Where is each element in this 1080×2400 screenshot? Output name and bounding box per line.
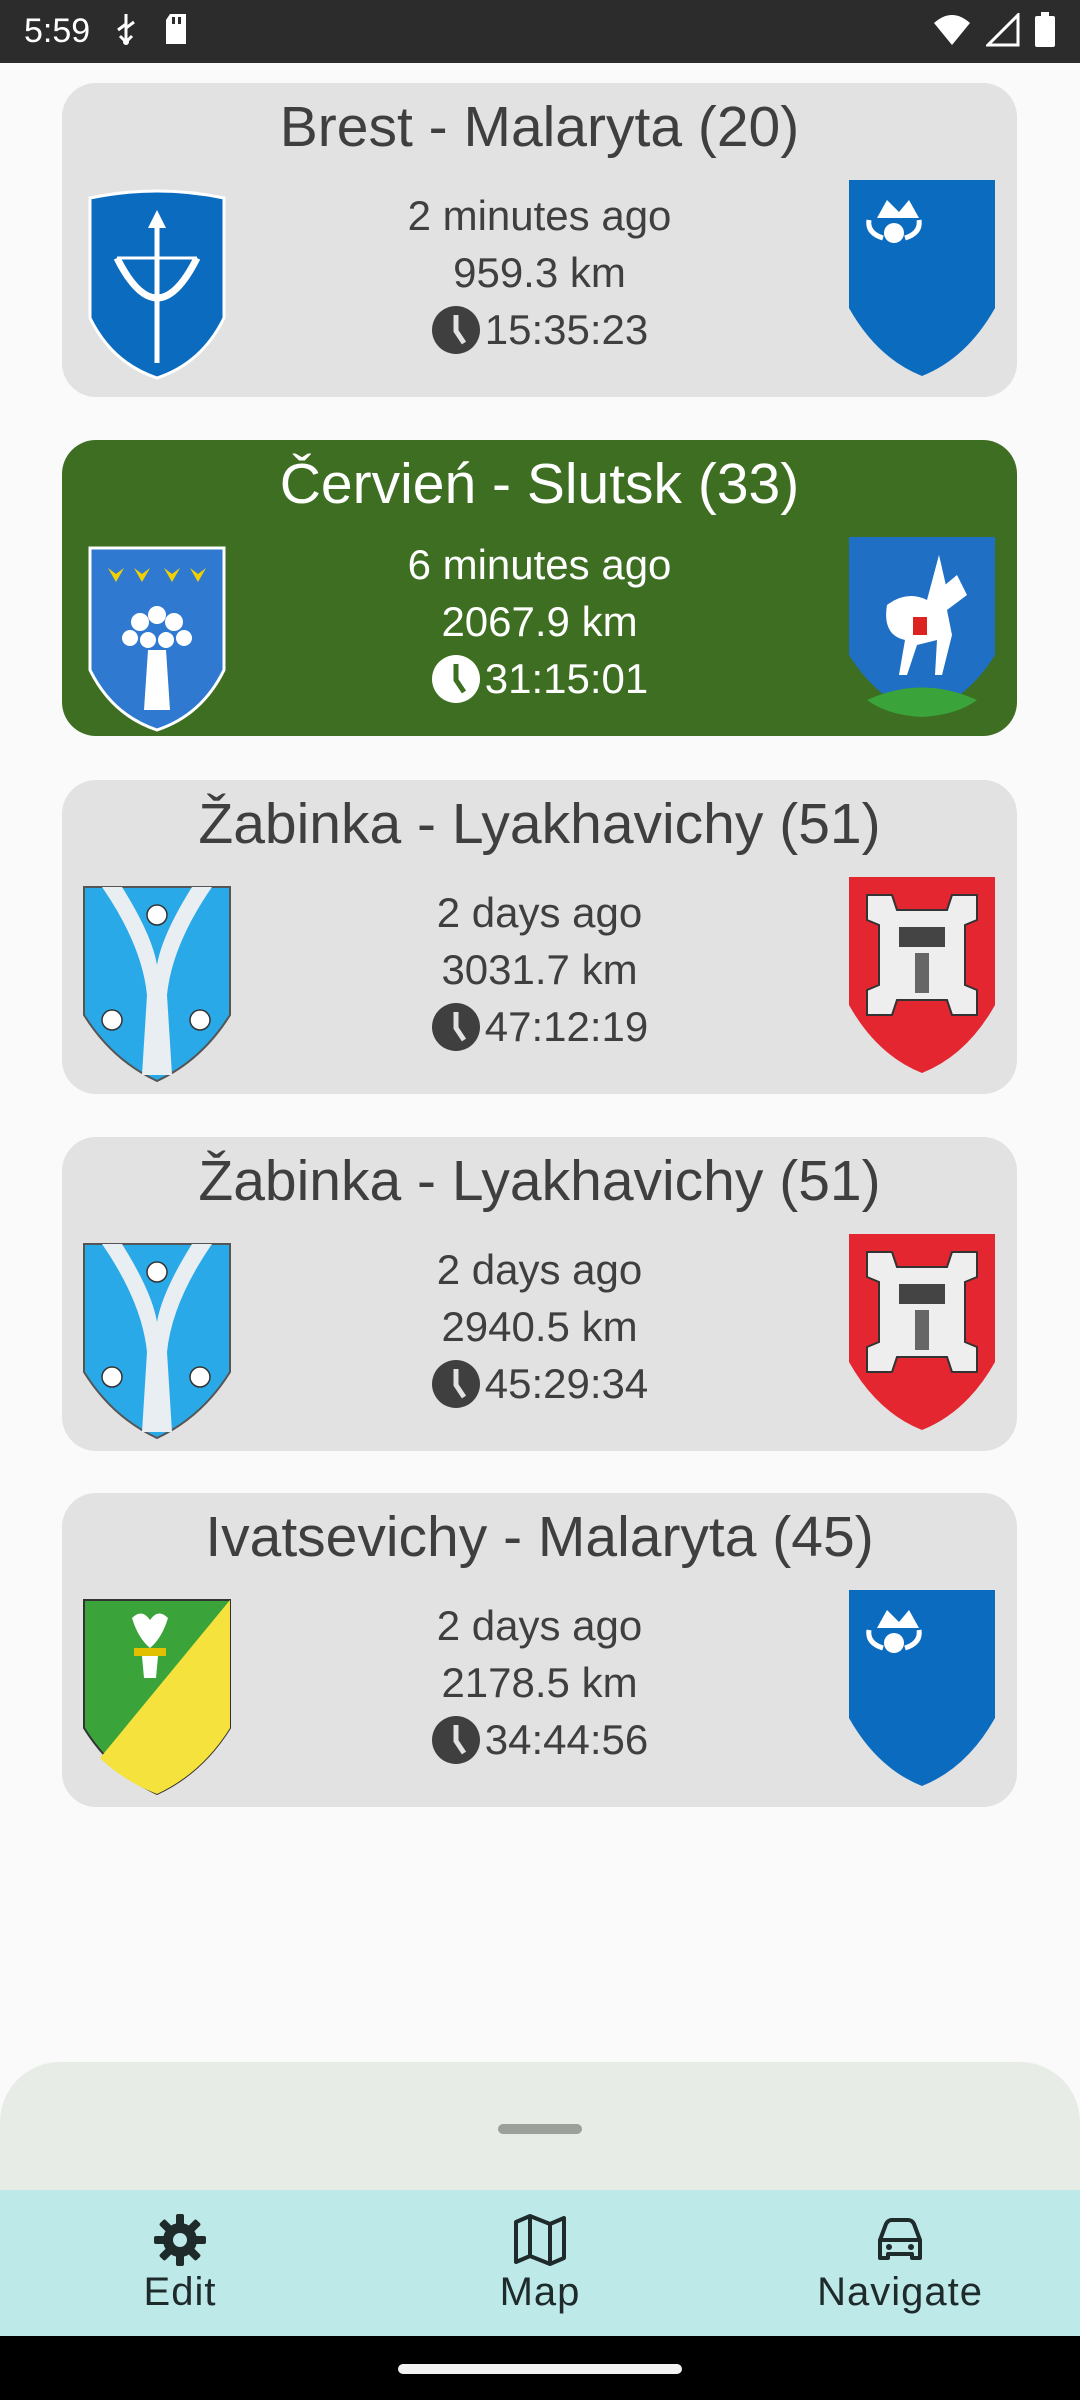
chervien-crest-icon (88, 546, 226, 732)
nav-edit-label: Edit (143, 2270, 217, 2314)
nav-navigate-button[interactable]: Navigate (720, 2190, 1080, 2336)
zabinka-crest-icon (83, 886, 231, 1083)
clock-icon (431, 654, 480, 703)
duration: 15:35:23 (484, 306, 649, 353)
route-card[interactable]: Žabinka - Lyakhavichy (51) 2 days ago 30… (62, 780, 1017, 1094)
bottom-navigation: Edit Map Navigate (0, 2190, 1080, 2336)
lyakhavichy-crest-icon (849, 1234, 995, 1430)
duration: 34:44:56 (484, 1716, 649, 1763)
time-ago: 2 minutes ago (407, 192, 672, 239)
battery-icon (1035, 12, 1055, 47)
time-ago: 2 days ago (436, 1246, 643, 1293)
home-gesture-handle[interactable] (398, 2364, 682, 2374)
sd-card-icon (166, 14, 186, 44)
route-card[interactable]: Ivatsevichy - Malaryta (45) 2 days ago 2… (62, 1493, 1017, 1807)
map-icon (514, 2214, 566, 2266)
nav-navigate-label: Navigate (817, 2270, 983, 2314)
signal-icon (986, 13, 1020, 47)
duration: 47:12:19 (484, 1003, 649, 1050)
ivatsevichy-crest-icon (83, 1599, 231, 1796)
distance: 2178.5 km (441, 1659, 638, 1706)
clock-icon (431, 1002, 480, 1051)
bottom-sheet-drag-handle[interactable] (498, 2124, 582, 2134)
usb-icon (117, 14, 135, 45)
malaryta-crest-icon (849, 1590, 995, 1786)
status-bar: 5:59 (0, 0, 1080, 63)
route-title: Ivatsevichy - Malaryta (45) (205, 1505, 874, 1569)
clock-icon (431, 305, 480, 354)
distance: 2940.5 km (441, 1303, 638, 1350)
route-title: Žabinka - Lyakhavichy (51) (198, 1149, 881, 1213)
status-time: 5:59 (24, 12, 91, 50)
distance: 3031.7 km (441, 946, 638, 993)
distance: 959.3 km (453, 249, 626, 296)
duration: 45:29:34 (484, 1360, 649, 1407)
nav-map-button[interactable]: Map (360, 2190, 720, 2336)
lyakhavichy-crest-icon (849, 877, 995, 1073)
clock-icon (431, 1359, 480, 1408)
route-card[interactable]: Žabinka - Lyakhavichy (51) 2 days ago 29… (62, 1137, 1017, 1451)
route-title: Žabinka - Lyakhavichy (51) (198, 792, 881, 856)
route-card-selected[interactable]: Červień - Slutsk (33) 6 minutes ago 2067… (62, 440, 1017, 736)
malaryta-crest-icon (849, 180, 995, 376)
time-ago: 2 days ago (436, 1602, 643, 1649)
bottom-sheet[interactable] (0, 2062, 1080, 2190)
route-card[interactable]: Brest - Malaryta (20) 2 minutes ago 959.… (62, 83, 1017, 397)
zabinka-crest-icon (83, 1243, 231, 1440)
slutsk-crest-icon (849, 537, 995, 717)
nav-map-label: Map (499, 2270, 581, 2314)
time-ago: 2 days ago (436, 889, 643, 936)
distance: 2067.9 km (441, 598, 638, 645)
gear-icon (154, 2214, 206, 2266)
wifi-icon (934, 15, 970, 45)
system-gesture-bar (0, 2336, 1080, 2400)
nav-edit-button[interactable]: Edit (0, 2190, 360, 2336)
clock-icon (431, 1715, 480, 1764)
route-title: Červień - Slutsk (33) (279, 452, 800, 516)
route-title: Brest - Malaryta (20) (279, 95, 800, 159)
car-icon (878, 2218, 922, 2260)
duration: 31:15:01 (484, 655, 649, 702)
brest-crest-icon (88, 189, 226, 380)
time-ago: 6 minutes ago (407, 541, 672, 588)
